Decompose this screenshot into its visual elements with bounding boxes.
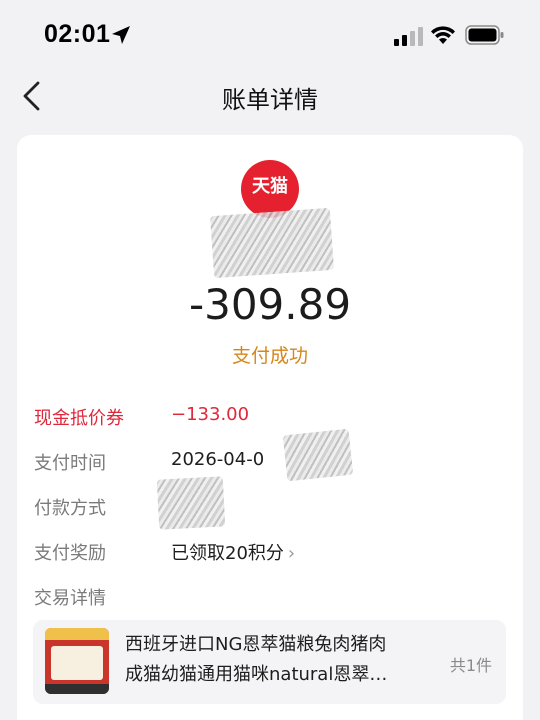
row-value-coupon: −133.00	[171, 404, 250, 425]
product-item[interactable]: 西班牙进口NG恩萃猫粮兔肉猪肉 成猫幼猫通用猫咪natural恩翠… 共1件	[33, 620, 506, 704]
bill-amount: -309.89	[188, 280, 352, 329]
redacted-pay-time	[282, 428, 354, 482]
status-bar: 02:01	[0, 0, 540, 70]
reward-text: 已领取20积分	[171, 543, 284, 564]
redacted-merchant-name	[209, 207, 335, 279]
product-title: 西班牙进口NG恩萃猫粮兔肉猪肉 成猫幼猫通用猫咪natural恩翠…	[125, 630, 425, 690]
product-title-line2: 成猫幼猫通用猫咪natural恩翠…	[125, 664, 388, 685]
nav-bar: 账单详情	[0, 70, 540, 124]
row-label-reward: 支付奖励	[34, 543, 106, 564]
payment-status: 支付成功	[231, 345, 308, 367]
row-label-coupon: 现金抵价券	[34, 408, 124, 429]
reward-link[interactable]: 已领取20积分 ›	[171, 539, 295, 565]
row-label-pay-time: 支付时间	[34, 453, 106, 474]
product-title-line1: 西班牙进口NG恩萃猫粮兔肉猪肉	[125, 634, 387, 655]
redacted-pay-method	[156, 476, 226, 530]
chevron-right-icon: ›	[287, 543, 296, 564]
row-label-pay-method: 付款方式	[34, 498, 106, 519]
cellular-signal-icon	[394, 27, 423, 46]
row-value-pay-time: 2026-04-0	[171, 449, 265, 470]
product-count: 共1件	[449, 656, 492, 675]
merchant-logo: 天猫	[241, 160, 299, 218]
product-thumbnail	[45, 628, 109, 694]
location-arrow-icon	[112, 26, 130, 44]
wifi-icon	[431, 26, 455, 44]
status-time: 02:01	[44, 20, 111, 48]
row-label-trade-detail: 交易详情	[34, 588, 106, 609]
merchant-logo-text: 天猫	[252, 176, 288, 197]
battery-icon	[465, 25, 504, 45]
page-title: 账单详情	[222, 86, 318, 114]
